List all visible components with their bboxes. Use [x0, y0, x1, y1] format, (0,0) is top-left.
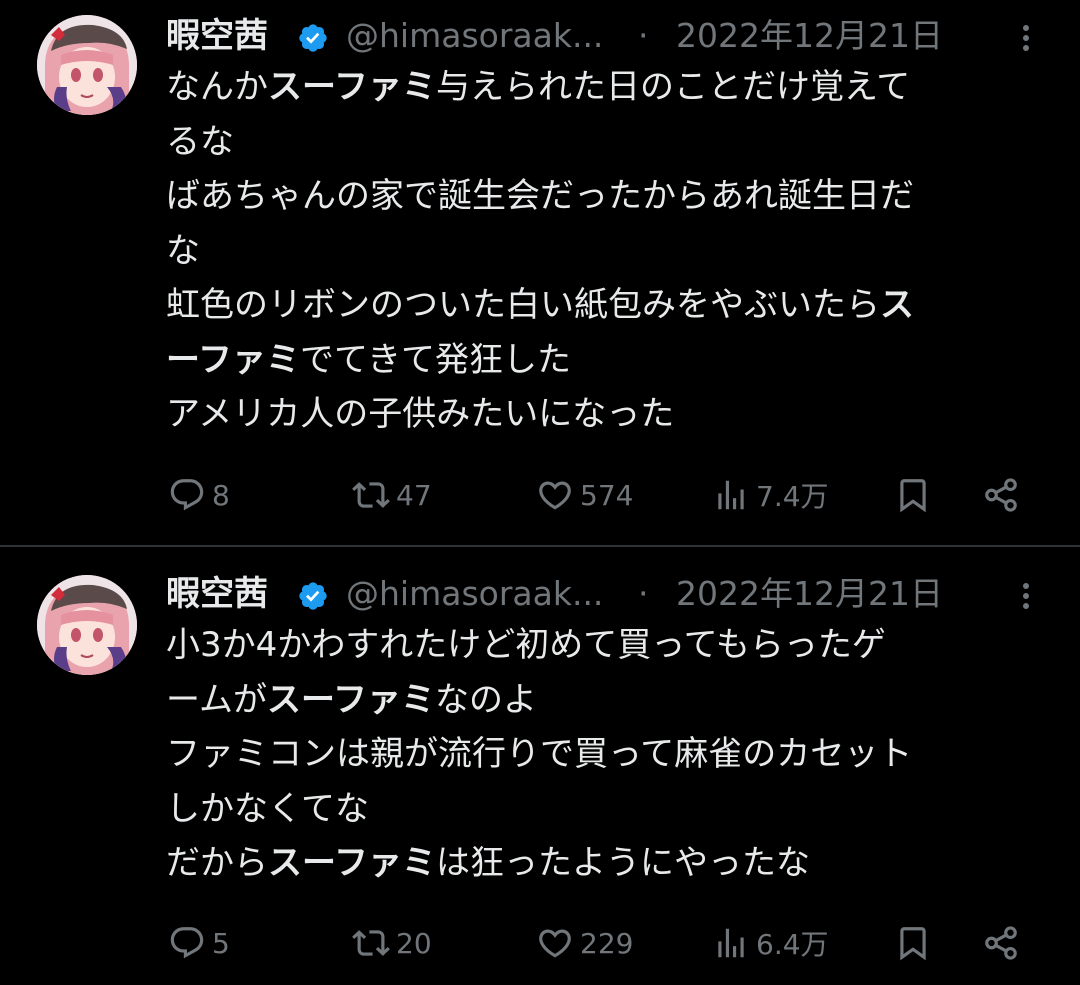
more-options-icon[interactable] [1014, 578, 1038, 614]
reply-count: 5 [212, 926, 230, 960]
bold-text-segment: スーファミ [268, 67, 436, 107]
heart-icon [539, 481, 571, 510]
like-count: 229 [580, 926, 634, 960]
more-options-icon[interactable] [1014, 20, 1038, 56]
retweet-button[interactable]: 47 [352, 470, 432, 520]
reply-count: 8 [212, 478, 230, 512]
text-segment: ファミコンは親が流行りで買って麻雀のカセット [166, 734, 913, 774]
views-button[interactable]: 6.4万 [712, 918, 829, 968]
tweet-text-line: アメリカ人の子供みたいになった [166, 387, 1056, 442]
verified-badge-icon [299, 24, 327, 52]
tweet-text-line: 小3か4かわすれたけど初めて買ってもらったゲ [166, 618, 1056, 673]
text-segment: なんか [166, 67, 268, 107]
share-button[interactable] [982, 918, 1020, 968]
text-segment: な [166, 230, 200, 271]
tweet-text-line: ームがスーファミなのよ [166, 673, 1056, 728]
avatar-image [37, 575, 137, 675]
reply-button[interactable]: 5 [168, 918, 230, 968]
avatar[interactable] [37, 15, 137, 115]
retweet-count: 47 [396, 478, 432, 512]
share-icon [985, 926, 1017, 960]
views-icon [718, 480, 744, 510]
reply-button[interactable]: 8 [168, 470, 230, 520]
author-handle[interactable]: @himasoraak... [346, 14, 603, 58]
retweet-count: 20 [396, 926, 432, 960]
tweet-date[interactable]: 2022年12月21日 [676, 572, 943, 616]
like-button[interactable]: 229 [536, 918, 633, 968]
author-handle[interactable]: @himasoraak... [346, 572, 603, 616]
heart-icon [539, 929, 571, 958]
text-segment: アメリカ人の子供みたいになった [166, 394, 675, 434]
text-segment: しかなくてな [166, 788, 369, 829]
text-segment: 虹色のリボンのついた白い紙包みをやぶいたら [166, 285, 880, 325]
tweet-actions: 5 20 229 6.4万 [0, 918, 1080, 968]
reply-icon [170, 927, 204, 959]
bold-text-segment: ーファミ [166, 339, 300, 380]
bookmark-icon [900, 927, 926, 961]
bookmark-button[interactable] [894, 470, 932, 520]
text-segment: 小3か4かわすれたけど初めて買ってもらったゲ [166, 625, 886, 665]
tweet[interactable]: 暇空茜 @himasoraak... · 2022年12月21日 なんかスーファ… [0, 0, 1080, 546]
share-button[interactable] [982, 470, 1020, 520]
text-segment: でてきて発狂した [299, 339, 571, 380]
views-button[interactable]: 7.4万 [712, 470, 829, 520]
text-segment: 与えられた日のことだけ覚えて [435, 67, 911, 107]
tweet-text-line: だからスーファミは狂ったようにやったな [166, 836, 1056, 891]
text-segment: なのよ [434, 679, 537, 720]
avatar-image [37, 15, 137, 115]
tweet-text: なんかスーファミ与えられた日のことだけ覚えて るな ばあちゃんの家で誕生会だったから… [166, 60, 1056, 442]
retweet-button[interactable]: 20 [352, 918, 432, 968]
views-icon [718, 928, 744, 958]
avatar[interactable] [37, 575, 137, 675]
tweet-text-line: るな [166, 115, 1056, 170]
tweet[interactable]: 暇空茜 @himasoraak... · 2022年12月21日 小3か4かわす… [0, 548, 1080, 985]
tweet-text-line: しかなくてな [166, 782, 1056, 837]
tweet-text: 小3か4かわすれたけど初めて買ってもらったゲ ームがスーファミなのよ ファミコンは親… [166, 618, 1056, 891]
bold-text-segment: スーファミ [266, 679, 435, 720]
text-segment: るな [166, 121, 234, 162]
tweet-text-line: な [166, 224, 1056, 279]
tweet-date[interactable]: 2022年12月21日 [676, 14, 943, 58]
tweet-actions: 8 47 574 7.4万 [0, 470, 1080, 520]
bookmark-icon [900, 479, 926, 513]
views-count: 7.4万 [756, 480, 829, 513]
bookmark-button[interactable] [894, 918, 932, 968]
tweet-text-line: ばあちゃんの家で誕生会だったからあれ誕生日だ [166, 169, 1056, 224]
text-segment: は狂ったようにやったな [435, 843, 810, 883]
share-icon [985, 478, 1017, 512]
tweet-header: 暇空茜 @himasoraak... · 2022年12月21日 [166, 14, 1046, 60]
reply-icon [170, 479, 204, 511]
views-count: 6.4万 [756, 928, 829, 961]
text-segment: ばあちゃんの家で誕生会だったからあれ誕生日だ [166, 176, 914, 216]
verified-badge-icon [299, 582, 327, 610]
text-segment: ームが [166, 679, 267, 720]
bold-text-segment: スーファミ [268, 843, 436, 883]
tweet-header: 暇空茜 @himasoraak... · 2022年12月21日 [166, 572, 1046, 618]
tweet-text-line: ーファミでてきて発狂した [166, 333, 1056, 388]
tweet-text-line: 虹色のリボンのついた白い紙包みをやぶいたらス [166, 278, 1056, 333]
like-button[interactable]: 574 [536, 470, 633, 520]
like-count: 574 [580, 478, 634, 512]
retweet-icon [352, 930, 390, 956]
tweet-divider [0, 545, 1080, 547]
author-name[interactable]: 暇空茜 [166, 572, 268, 616]
author-name[interactable]: 暇空茜 [166, 14, 268, 58]
separator-dot: · [638, 16, 649, 55]
bold-text-segment: ス [880, 285, 914, 325]
separator-dot: · [638, 574, 649, 613]
retweet-icon [352, 482, 390, 508]
tweet-text-line: なんかスーファミ与えられた日のことだけ覚えて [166, 60, 1056, 115]
tweet-text-line: ファミコンは親が流行りで買って麻雀のカセット [166, 727, 1056, 782]
text-segment: だから [166, 843, 268, 883]
